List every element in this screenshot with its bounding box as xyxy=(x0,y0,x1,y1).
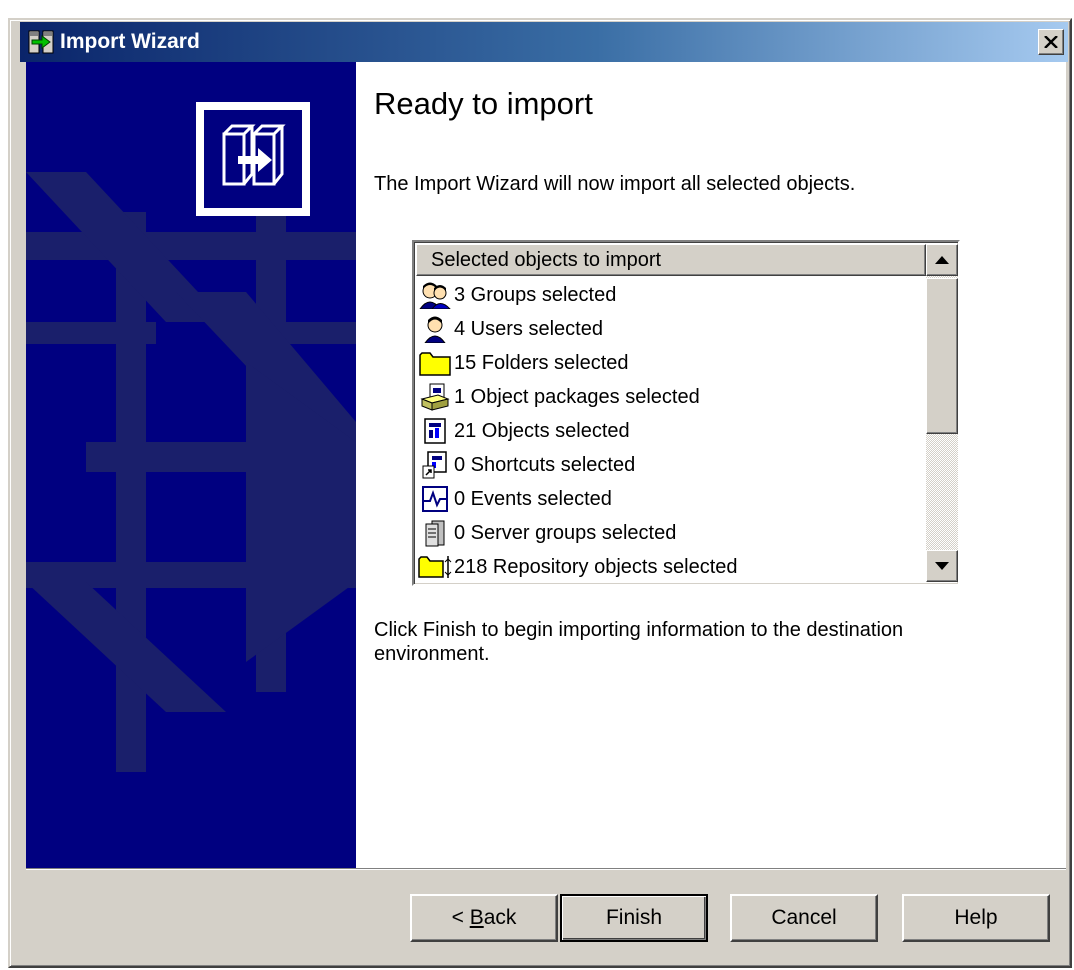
package-icon xyxy=(416,382,454,412)
list-item-label: 0 Events selected xyxy=(454,487,612,510)
finish-button[interactable]: Finish xyxy=(560,894,708,942)
help-button[interactable]: Help xyxy=(902,894,1050,942)
wizard-content: Ready to import The Import Wizard will n… xyxy=(356,62,1066,868)
cancel-button[interactable]: Cancel xyxy=(730,894,878,942)
folder-icon xyxy=(416,348,454,378)
list-item[interactable]: 0 Shortcuts selected xyxy=(416,448,926,482)
scroll-thumb[interactable] xyxy=(926,278,958,434)
list-item[interactable]: 0 Events selected xyxy=(416,482,926,516)
list-item[interactable]: 3 Groups selected xyxy=(416,278,926,312)
server-icon xyxy=(416,518,454,548)
back-button-prefix: < xyxy=(451,906,470,929)
title-bar[interactable]: Import Wizard xyxy=(20,22,1068,62)
list-items: 3 Groups selected 4 Users selected 15 Fo… xyxy=(416,278,926,584)
selected-objects-list[interactable]: Selected objects to import 3 Groups sele… xyxy=(412,240,960,586)
back-button[interactable]: < Back xyxy=(410,894,558,942)
intro-text: The Import Wizard will now import all se… xyxy=(374,173,856,195)
list-item-label: 15 Folders selected xyxy=(454,351,629,374)
shortcut-icon xyxy=(416,450,454,480)
close-icon xyxy=(1044,36,1058,48)
finish-instruction-text: Click Finish to begin importing informat… xyxy=(374,619,904,665)
back-button-mnemonic: B xyxy=(469,906,484,929)
list-scrollbar[interactable] xyxy=(926,244,958,582)
list-column-header[interactable]: Selected objects to import xyxy=(416,244,926,276)
event-icon xyxy=(416,484,454,514)
button-bar-separator xyxy=(26,868,1066,870)
window-title: Import Wizard xyxy=(60,30,200,53)
import-wizard-logo-icon xyxy=(222,124,286,186)
list-item-label: 1 Object packages selected xyxy=(454,385,700,408)
list-item-label: 3 Groups selected xyxy=(454,283,617,306)
scroll-down-button[interactable] xyxy=(926,550,958,582)
list-item-label: 21 Objects selected xyxy=(454,419,630,442)
scroll-up-button[interactable] xyxy=(926,244,958,276)
back-button-rest: ack xyxy=(483,906,517,929)
object-icon xyxy=(416,416,454,446)
list-item-label: 218 Repository objects selected xyxy=(454,555,738,578)
list-item[interactable]: 15 Folders selected xyxy=(416,346,926,380)
list-item[interactable]: 4 Users selected xyxy=(416,312,926,346)
list-item-label: 4 Users selected xyxy=(454,317,603,340)
list-item[interactable]: 1 Object packages selected xyxy=(416,380,926,414)
page-title: Ready to import xyxy=(374,86,593,121)
list-item[interactable]: 0 Server groups selected xyxy=(416,516,926,550)
arrow-down-icon xyxy=(935,562,949,570)
wizard-logo xyxy=(196,102,310,216)
repository-icon xyxy=(416,552,454,582)
user-icon xyxy=(416,314,454,344)
groups-icon xyxy=(416,280,454,310)
list-item-label: 0 Shortcuts selected xyxy=(454,453,636,476)
list-item[interactable]: 218 Repository objects selected xyxy=(416,550,926,584)
wizard-side-panel xyxy=(26,62,356,868)
arrow-up-icon xyxy=(935,256,949,264)
close-button[interactable] xyxy=(1038,29,1064,55)
list-item-label: 0 Server groups selected xyxy=(454,521,677,544)
import-wizard-app-icon xyxy=(28,30,54,54)
list-item[interactable]: 21 Objects selected xyxy=(416,414,926,448)
